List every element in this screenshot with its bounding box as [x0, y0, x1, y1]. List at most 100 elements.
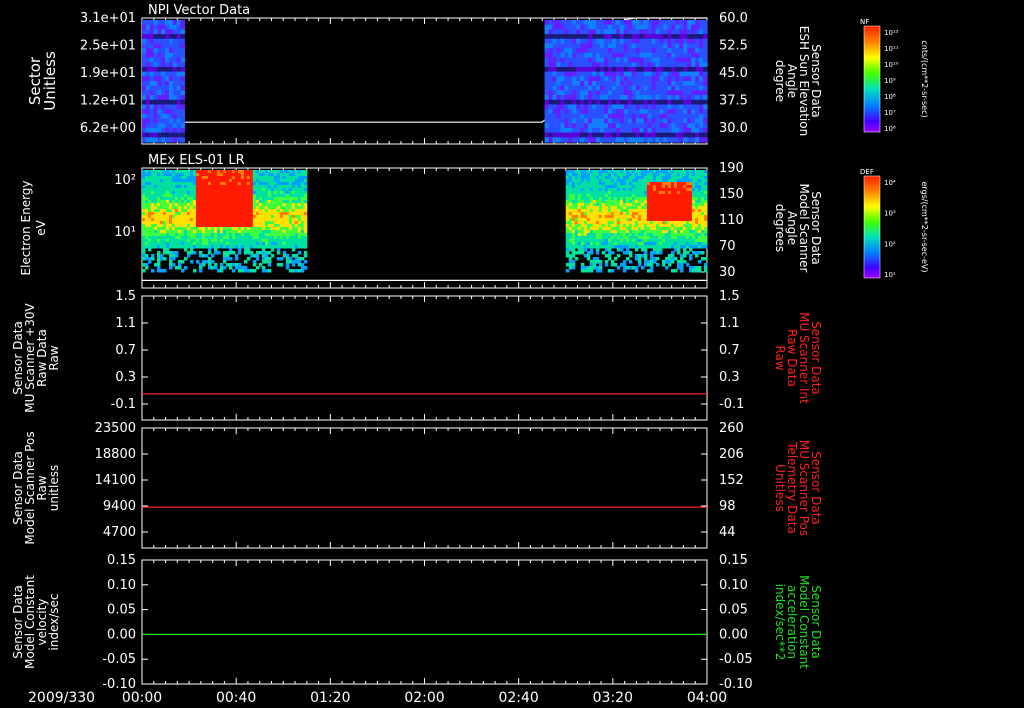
spectrogram-cell: [291, 179, 296, 183]
spectrogram-cell: [584, 99, 589, 106]
spectrogram-cell: [651, 76, 657, 82]
spectrogram-cell: [213, 251, 218, 255]
spectrogram-cell: [240, 209, 245, 213]
spectrogram-cell: [560, 52, 565, 59]
spectrogram-cell: [635, 66, 641, 73]
spectrogram-cell: [580, 20, 585, 26]
spectrogram-cell: [691, 109, 696, 115]
spectrogram-cell: [234, 185, 239, 189]
spectrogram-cell: [671, 34, 676, 40]
spectrogram-cell: [592, 123, 597, 129]
spectrogram-cell: [297, 173, 302, 177]
spectrogram-cell: [652, 224, 657, 228]
spectrogram-cell: [697, 185, 702, 189]
spectrogram-cell: [675, 52, 680, 59]
spectrogram-cell: [625, 227, 630, 231]
spectrogram-cell: [174, 182, 179, 186]
spectrogram-cell: [651, 95, 657, 101]
spectrogram-cell: [228, 227, 233, 231]
spectrogram-cell: [297, 227, 302, 231]
spectrogram-cell: [225, 176, 230, 180]
spectrogram-cell: [670, 254, 675, 258]
spectrogram-cell: [604, 206, 609, 210]
spectrogram-cell: [625, 173, 630, 177]
spectrogram-cell: [691, 71, 696, 77]
spectrogram-cell: [243, 206, 248, 210]
spectrogram-cell: [588, 113, 593, 120]
spectrogram-cell: [219, 227, 224, 231]
spectrogram-cell: [252, 179, 257, 183]
spectrogram-cell: [631, 236, 636, 240]
spectrogram-cell: [700, 227, 705, 231]
spectrogram-cell: [685, 182, 690, 186]
spectrogram-cell: [285, 218, 290, 222]
spectrogram-cell: [584, 38, 589, 45]
spectrogram-cell: [679, 263, 684, 267]
spectrogram-cell: [204, 191, 209, 195]
spectrogram-cell: [234, 221, 239, 225]
spectrogram-cell: [243, 185, 248, 189]
spectrogram-cell: [589, 188, 594, 192]
spectrogram-cell: [270, 227, 275, 231]
spectrogram-cell: [635, 99, 641, 106]
spectrogram-cell: [300, 194, 305, 198]
spectrogram-cell: [697, 179, 702, 183]
spectrogram-cell: [172, 76, 178, 82]
spectrogram-cell: [142, 197, 146, 201]
spectrogram-cell: [142, 215, 146, 219]
spectrogram-cell: [610, 182, 615, 186]
spectrogram-cell: [147, 194, 152, 198]
spectrogram-cell: [640, 182, 645, 186]
spectrogram-cell: [663, 62, 668, 68]
spectrogram-cell: [568, 173, 573, 177]
spectrogram-cell: [162, 248, 167, 252]
spectrogram-cell: [703, 194, 708, 198]
spectrogram-cell: [586, 200, 591, 204]
spectrogram-cell: [142, 209, 146, 213]
spectrogram-cell: [225, 227, 230, 231]
spectrogram-cell: [607, 218, 612, 222]
spectrogram-cell: [177, 239, 182, 243]
spectrogram-cell: [637, 233, 642, 237]
spectrogram-cell: [568, 118, 573, 124]
spectrogram-cell: [291, 218, 296, 222]
spectrogram-cell: [703, 118, 708, 124]
spectrogram-cell: [144, 173, 149, 177]
spectrogram-cell: [145, 127, 151, 134]
spectrogram-cell: [273, 206, 278, 210]
spectrogram-cell: [246, 188, 251, 192]
spectrogram-cell: [611, 43, 617, 49]
spectrogram-cell: [195, 242, 200, 246]
spectrogram-cell: [288, 227, 293, 231]
spectrogram-cell: [153, 227, 158, 231]
spectrogram-cell: [661, 260, 666, 264]
spectrogram-cell: [603, 113, 609, 120]
spectrogram-cell: [237, 233, 242, 237]
spectrogram-cell: [201, 203, 206, 207]
spectrogram-cell: [285, 188, 290, 192]
spectrogram-cell: [261, 260, 266, 264]
spectrogram-cell: [201, 230, 206, 234]
spectrogram-cell: [572, 109, 577, 115]
spectrogram-cell: [147, 233, 152, 237]
spectrogram-cell: [174, 185, 179, 189]
spectrogram-cell: [207, 191, 212, 195]
spectrogram-cell: [192, 221, 197, 225]
spectrogram-cell: [177, 266, 182, 270]
spectrogram-cell: [564, 90, 569, 96]
spectrogram-cell: [201, 242, 206, 246]
spectrogram-cell: [174, 209, 179, 213]
spectrogram-cell: [225, 263, 230, 267]
spectrogram-cell: [679, 81, 684, 87]
spectrogram-cell: [697, 221, 702, 225]
spectrogram-cell: [219, 170, 224, 174]
spectrogram-cell: [267, 200, 272, 204]
spectrogram-cell: [637, 170, 642, 174]
panel-frame: [141, 295, 708, 421]
left-tick-label: 1.5: [115, 289, 136, 304]
spectrogram-cell: [664, 194, 669, 198]
spectrogram-cell: [165, 242, 170, 246]
spectrogram-cell: [285, 182, 290, 186]
spectrogram-cell: [548, 99, 554, 106]
spectrogram-cell: [688, 182, 693, 186]
